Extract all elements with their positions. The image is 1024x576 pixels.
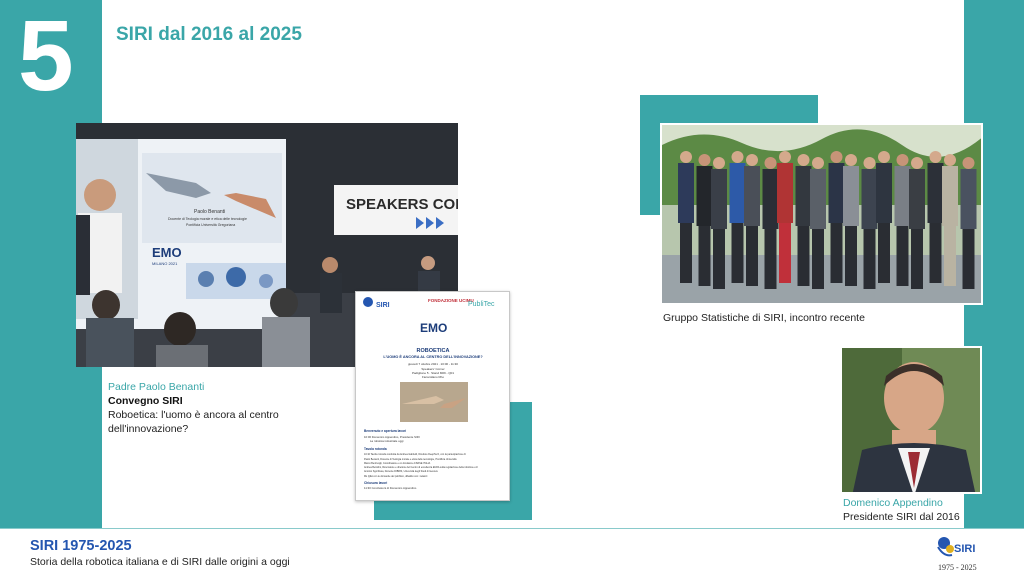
flyer-line-3: 10:10 Tavola rotonda condotta da Andrea … [364, 453, 466, 456]
footer-divider [0, 528, 1024, 529]
flyer-line-8: Ms Q&A con le domande del pubblico, diba… [364, 475, 428, 478]
footer-logo-years: 1975 - 2025 [938, 563, 977, 572]
flyer-fondazione-logo: FONDAZIONE UCIMU [428, 298, 474, 303]
screen-emo-logo: EMO [152, 245, 182, 260]
flyer-line-2: La robotica industriale oggi [370, 439, 404, 443]
flyer-title: ROBOETICA [417, 348, 450, 354]
flyer-line-9: 11:30 Conclusioni di Domenico Appendino [364, 486, 417, 490]
flyer-siri-logo: SIRI [376, 302, 390, 309]
screen-speaker-role: Docente di Teologia morale e etica delle… [168, 217, 247, 221]
flyer-publitec-logo: PubliTec [468, 301, 495, 308]
flyer-line-7: Antonio Sgorbissa, Docente DIBRIS, Unive… [364, 470, 438, 473]
section-number: 5 [18, 0, 74, 112]
caption-topic-line-1: Roboetica: l'uomo è ancora al centro [108, 409, 279, 421]
conference-caption: Padre Paolo Benanti Convegno SIRI Roboet… [108, 380, 308, 436]
flyer-section-2: Tavola rotonda [364, 447, 387, 451]
footer-title: SIRI 1975-2025 [30, 538, 132, 554]
flyer-section-3: Chiusura lavori [364, 481, 387, 485]
flyer-date: giovedì 7 ottobre 2021 · 10:00 - 11:30 [408, 362, 458, 366]
screen-speaker-name: Paolo Benanti [194, 209, 225, 215]
speakers-corner-sign: SPEAKERS CORNER [346, 196, 458, 213]
president-caption: Domenico Appendino Presidente SIRI dal 2… [843, 496, 983, 524]
screen-speaker-univ: Pontificia Università Gregoriana [186, 223, 235, 227]
flyer-line-4: Paolo Benanti, Docente di Teologia moral… [364, 458, 457, 461]
flyer-line-5: Marco Bentivogli, Coordinatore e co-fond… [364, 462, 431, 465]
caption-president-name: Domenico Appendino [843, 497, 943, 509]
caption-group-text: Gruppo Statistiche di SIRI, incontro rec… [663, 312, 865, 324]
president-portrait [840, 346, 982, 494]
group-caption: Gruppo Statistiche di SIRI, incontro rec… [663, 311, 923, 325]
page-title: SIRI dal 2016 al 2025 [116, 24, 302, 45]
caption-event-name: Convegno SIRI [108, 395, 183, 407]
caption-president-role: Presidente SIRI dal 2016 [843, 511, 960, 523]
caption-speaker-name: Padre Paolo Benanti [108, 381, 205, 393]
footer-subtitle: Storia della robotica italiana e di SIRI… [30, 556, 290, 568]
flyer-subtitle: L'UOMO È ANCORA AL CENTRO DELL'INNOVAZIO… [383, 354, 483, 359]
flyer-emo-logo: EMO [420, 321, 447, 335]
footer-logo-text: SIRI [954, 543, 976, 555]
flyer-venue-3: Fieramilano Rho [422, 375, 444, 379]
event-flyer: SIRI FONDAZIONE UCIMU PubliTec EMO ROBOE… [355, 291, 510, 501]
group-photo [660, 123, 983, 305]
flyer-line-6: Andrea Bertolini, Ricercatore e direttor… [364, 466, 478, 469]
caption-topic-line-2: dell'innovazione? [108, 423, 189, 435]
screen-emo-sub: MILANO 2021 [152, 261, 178, 266]
flyer-section-1: Benvenuto e apertura lavori [364, 429, 406, 433]
